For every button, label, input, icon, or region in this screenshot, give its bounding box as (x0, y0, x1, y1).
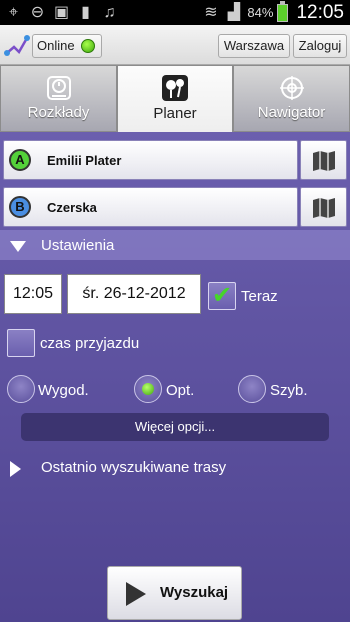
now-label: Teraz (241, 288, 278, 305)
bell-icon: ♫ (103, 4, 116, 21)
radio-comfortable[interactable] (7, 375, 35, 403)
now-checkbox[interactable] (208, 281, 236, 310)
map-pins-icon (162, 75, 188, 101)
chevron-right-icon (10, 461, 21, 477)
from-map-button[interactable] (300, 140, 347, 180)
app-header: Online Warszawa Zaloguj (0, 25, 350, 65)
chevron-down-icon (10, 241, 26, 252)
arrival-time-checkbox[interactable] (7, 329, 35, 357)
battery-percent: 84% (247, 5, 274, 20)
radio-optimal[interactable] (134, 375, 162, 403)
tab-label: Planer (153, 105, 197, 122)
play-icon (126, 582, 146, 606)
battery-icon (277, 0, 289, 22)
minus-circle-icon: ⊖ (30, 4, 45, 21)
to-map-button[interactable] (300, 187, 347, 227)
date-field[interactable]: śr. 26-12-2012 (67, 274, 201, 314)
recent-routes-label: Ostatnio wyszukiwane trasy (41, 459, 227, 476)
city-button[interactable]: Warszawa (218, 34, 290, 58)
clock: 12:05 (296, 1, 344, 23)
tab-nawigator[interactable]: Nawigator (233, 65, 350, 132)
to-stop-name: Czerska (47, 200, 97, 215)
radio-optimal-label: Opt. (166, 382, 195, 399)
image-icon: ▣ (53, 4, 70, 21)
gps-icon: ⌖ (8, 4, 18, 21)
schedule-icon (46, 76, 71, 100)
tab-label: Nawigator (257, 104, 326, 121)
tab-rozklady[interactable]: Rozkłady (0, 65, 117, 132)
planner-panel: A Emilii Plater B Czerska Ustawienia 12:… (0, 132, 350, 622)
tab-planer[interactable]: Planer (117, 65, 233, 132)
recent-routes-header[interactable]: Ostatnio wyszukiwane trasy (0, 452, 350, 482)
search-label: Wyszukaj (160, 584, 229, 601)
signal-bars-icon: ▮ (81, 4, 90, 21)
tab-label: Rozkłady (27, 104, 90, 121)
radio-fast[interactable] (238, 375, 266, 403)
to-badge: B (9, 196, 31, 218)
tab-bar: Rozkłady Planer Nawigator (0, 65, 350, 132)
login-button[interactable]: Zaloguj (293, 34, 347, 58)
from-badge: A (9, 149, 31, 171)
map-icon (313, 151, 335, 171)
compass-icon (279, 76, 304, 100)
radio-fast-label: Szyb. (270, 382, 308, 399)
arrival-time-label: czas przyjazdu (40, 335, 140, 352)
more-options-button[interactable]: Więcej opcji... (21, 413, 329, 441)
cell-signal-icon: ▟ (227, 4, 241, 21)
status-bar: ⌖ ⊖ ▣ ▮ ♫ ≋ ▟ 84% 12:05 (0, 0, 350, 25)
online-indicator-icon (80, 39, 95, 53)
to-stop-field[interactable]: B Czerska (3, 187, 298, 227)
from-stop-field[interactable]: A Emilii Plater (3, 140, 298, 180)
app-logo-icon[interactable] (4, 33, 30, 59)
search-button[interactable]: Wyszukaj (107, 566, 242, 620)
settings-label: Ustawienia (41, 237, 115, 254)
time-field[interactable]: 12:05 (4, 274, 62, 314)
radio-comfortable-label: Wygod. (38, 382, 89, 399)
wifi-icon: ≋ (204, 4, 218, 21)
online-label: Online (37, 38, 75, 53)
settings-header[interactable]: Ustawienia (0, 230, 350, 260)
map-icon (313, 198, 335, 218)
online-status-button[interactable]: Online (32, 34, 102, 58)
from-stop-name: Emilii Plater (47, 153, 122, 168)
